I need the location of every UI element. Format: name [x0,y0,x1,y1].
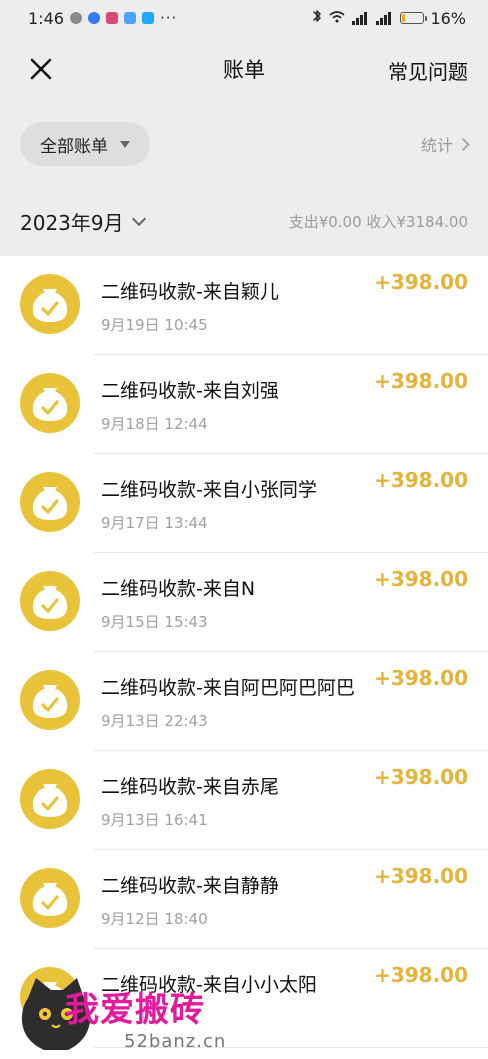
transaction-row[interactable]: 二维码收款-来自N 9月15日 15:43 +398.00 [0,553,488,652]
transaction-row[interactable]: 二维码收款-来自静静 9月12日 18:40 +398.00 [0,850,488,949]
app-red-icon [105,12,118,24]
page-title: 账单 [223,58,265,82]
status-bar: 1:46 ··· 16% [0,0,488,36]
money-bag-icon [20,373,80,433]
battery-percentage: 16% [430,8,466,28]
transaction-amount: +398.00 [374,567,468,591]
money-bag-icon [20,670,80,730]
transaction-title: 二维码收款-来自阿巴阿巴阿巴 [101,677,355,699]
transaction-title: 二维码收款-来自刘强 [101,380,279,402]
wifi-icon [328,9,346,28]
transaction-title: 二维码收款-来自静静 [101,875,279,897]
bluetooth-icon [312,8,322,28]
transaction-amount: +398.00 [374,270,468,294]
transaction-row[interactable]: 二维码收款-来自小张同学 9月17日 13:44 +398.00 [0,454,488,553]
statistics-label: 统计 [420,136,453,155]
close-icon [30,58,52,80]
transaction-list: 二维码收款-来自颖儿 9月19日 10:45 +398.00 二维码收款-来自刘… [0,256,488,1059]
transaction-amount: +398.00 [374,468,468,492]
transaction-title: 二维码收款-来自赤尾 [101,776,279,798]
money-bag-icon [20,769,80,829]
money-bag-icon [20,868,80,928]
transaction-row[interactable]: 二维码收款-来自刘强 9月18日 12:44 +398.00 [0,355,488,454]
status-right: 16% [312,8,466,28]
month-summary: 支出¥0.00 收入¥3184.00 [288,212,468,231]
transaction-amount: +398.00 [374,369,468,393]
transaction-amount: +398.00 [374,666,468,690]
month-row: 2023年9月 支出¥0.00 收入¥3184.00 [0,186,488,256]
transaction-time: 9月18日 12:44 [101,415,208,433]
all-bills-filter[interactable]: 全部账单 [20,122,150,166]
transaction-amount: +398.00 [374,864,468,888]
filter-row: 全部账单 统计 [0,102,488,186]
transaction-row[interactable]: 二维码收款-来自阿巴阿巴阿巴 9月13日 22:43 +398.00 [0,652,488,751]
app-search-icon [141,12,154,24]
month-label: 2023年9月 [20,210,124,235]
transaction-time: 9月15日 15:43 [101,613,208,631]
transaction-time: 9月13日 22:43 [101,712,208,730]
transaction-title: 二维码收款-来自小小太阳 [101,974,317,996]
money-bag-icon [20,274,80,334]
money-bag-icon [20,571,80,631]
status-time: 1:46 [28,8,64,28]
transaction-title: 二维码收款-来自小张同学 [101,479,317,501]
signal-icon [352,11,370,25]
transaction-amount: +398.00 [374,963,468,987]
chevron-down-icon [131,211,146,226]
more-notifications-icon: ··· [159,9,178,27]
app-shield-icon [69,12,82,24]
transaction-time: 9月17日 13:44 [101,514,208,532]
transaction-time: 9月13日 16:41 [101,811,208,829]
close-button[interactable] [28,56,54,82]
month-selector[interactable]: 2023年9月 [20,207,146,236]
caret-down-icon [120,141,130,148]
signal-icon-secondary [376,11,394,25]
app-bulb-icon [123,12,136,24]
transaction-time: 9月19日 10:45 [101,316,208,334]
battery-fill [402,14,406,22]
transaction-time: 9月12日 18:40 [101,910,208,928]
faq-link[interactable]: 常见问题 [388,56,468,85]
app-globe-icon [87,12,100,24]
transaction-row[interactable]: 二维码收款-来自颖儿 9月19日 10:45 +398.00 [0,256,488,355]
transaction-amount: +398.00 [374,765,468,789]
transaction-title: 二维码收款-来自N [101,578,256,600]
money-bag-icon [20,967,80,1027]
status-left: 1:46 ··· [28,9,177,28]
all-bills-label: 全部账单 [40,136,108,157]
row-divider [94,1047,488,1048]
transaction-row[interactable]: 二维码收款-来自小小太阳 +398.00 [0,949,488,1048]
money-bag-icon [20,472,80,532]
transaction-row[interactable]: 二维码收款-来自赤尾 9月13日 16:41 +398.00 [0,751,488,850]
header: 账单 常见问题 [0,36,488,102]
transaction-title: 二维码收款-来自颖儿 [101,281,279,303]
chevron-right-icon [457,138,470,151]
battery-icon [400,12,428,24]
statistics-link[interactable]: 统计 [420,132,470,156]
